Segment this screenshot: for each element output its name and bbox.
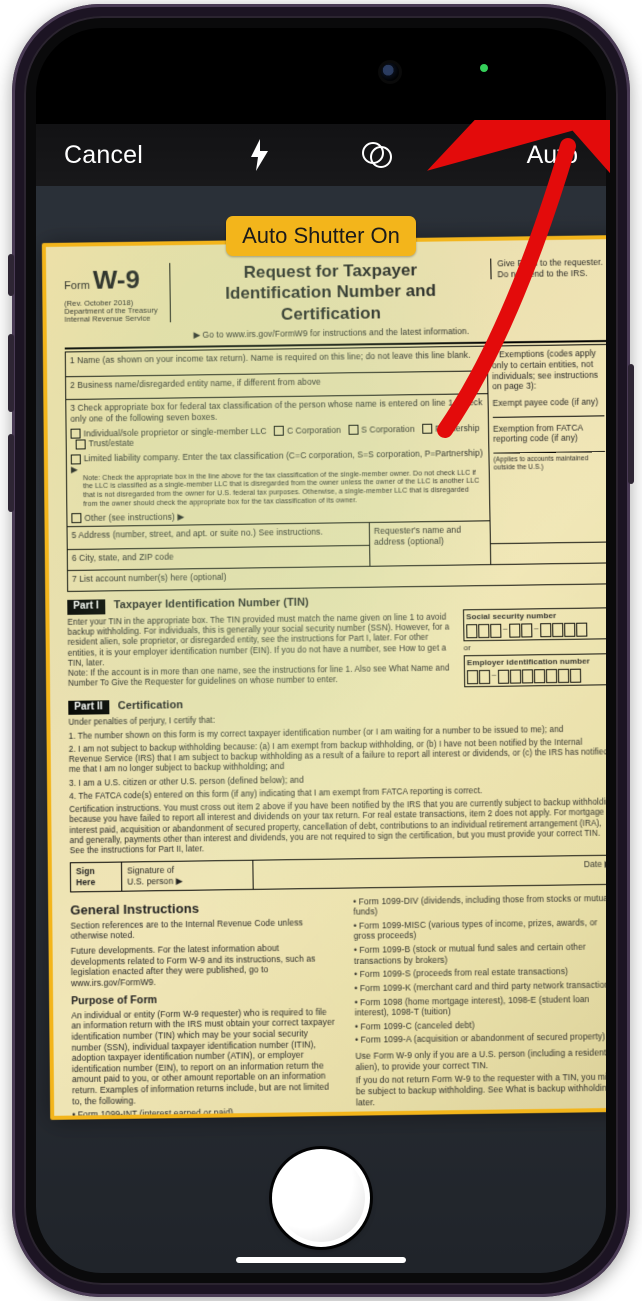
flash-icon[interactable] [248, 139, 270, 171]
doc-chk-c: C Corporation [287, 425, 341, 436]
doc-1099misc: • Form 1099-MISC (various types of incom… [353, 917, 606, 942]
doc-sign-sig: Signature of U.S. person ▶ [122, 861, 254, 890]
screen: Cancel Auto [36, 28, 606, 1273]
doc-part1-text: Enter your TIN in the appropriate box. T… [67, 612, 454, 692]
doc-title-2: Identification Number and Certification [184, 280, 477, 326]
auto-shutter-banner: Auto Shutter On [226, 216, 416, 256]
doc-requester: Requester's name and address (optional) [369, 521, 490, 566]
filter-icon[interactable] [360, 140, 394, 170]
doc-goto: ▶ Go to www.irs.gov/FormW9 for instructi… [185, 326, 478, 341]
doc-1099c: • Form 1099-C (canceled debt) [355, 1018, 606, 1032]
detected-document-outline: Form W-9 (Rev. October 2018) Department … [42, 235, 606, 1120]
doc-ein-label: Employer identification number [467, 656, 590, 667]
doc-chk-other: Other (see instructions) ▶ [84, 511, 184, 522]
doc-chk-t: Trust/estate [89, 438, 135, 449]
doc-llc-note: Note: Check the appropriate box in the l… [83, 469, 485, 509]
doc-part2-title: Certification [118, 699, 184, 714]
doc-form-number: W-9 [93, 264, 140, 294]
doc-1099b: • Form 1099-B (stock or mutual fund sale… [354, 941, 606, 966]
doc-cert-2: 2. I am not subject to backup withholdin… [69, 737, 606, 775]
phone-frame: Cancel Auto [12, 4, 630, 1297]
dynamic-island [231, 50, 411, 94]
doc-chk-s: S Corporation [361, 424, 415, 435]
doc-pof-p: An individual or entity (Form W-9 reques… [71, 1006, 338, 1106]
doc-1098: • Form 1098 (home mortgage interest), 10… [355, 993, 606, 1018]
doc-1099int: • Form 1099-INT (interest earned or paid… [72, 1106, 338, 1120]
home-indicator[interactable] [236, 1257, 406, 1263]
doc-1099a: • Form 1099-A (acquisition or abandonmen… [355, 1031, 606, 1045]
doc-exempt-fatca: Exemption from FATCA reporting code (if … [493, 422, 605, 445]
camera-viewfinder[interactable]: Form W-9 (Rev. October 2018) Department … [36, 186, 606, 1273]
doc-gi-p1: Section references are to the Internal R… [70, 917, 335, 942]
doc-1099k: • Form 1099-K (merchant card and third p… [354, 979, 606, 993]
document-preview: Form W-9 (Rev. October 2018) Department … [46, 239, 606, 1116]
doc-part2-bar: Part II [68, 700, 109, 715]
doc-chk-p: Partnership [435, 423, 480, 434]
doc-pof: Purpose of Form [71, 991, 336, 1008]
cancel-button[interactable]: Cancel [64, 141, 154, 170]
doc-part1-bar: Part I [67, 600, 105, 615]
volume-up-button [8, 334, 14, 412]
volume-down-button [8, 434, 14, 512]
doc-ssn-label: Social security number [466, 611, 556, 621]
doc-cert-instr: Certification instructions. You must cro… [69, 797, 606, 856]
doc-row-3: 3 Check appropriate box for federal tax … [70, 398, 484, 425]
doc-form-label: Form [64, 280, 90, 292]
doc-sign-date: Date ▶ [253, 856, 606, 888]
doc-or: or [464, 641, 606, 653]
doc-give-form: Give Form to the requester. Do not send … [490, 257, 606, 280]
power-button [628, 364, 634, 484]
doc-chk-individual: Individual/sole proprietor or single-mem… [83, 426, 266, 438]
doc-use-p1: Use Form W-9 only if you are a U.S. pers… [355, 1047, 606, 1072]
front-camera-icon [381, 63, 399, 81]
doc-exempt-payee: Exempt payee code (if any) [493, 396, 605, 408]
shutter-button[interactable] [272, 1149, 370, 1247]
doc-exempt-note: (Applies to accounts maintained outside … [493, 455, 605, 473]
doc-gi-p2: Future developments. For the latest info… [71, 942, 337, 989]
doc-revision: (Rev. October 2018) Department of the Tr… [64, 298, 164, 324]
doc-1099div: • Form 1099-DIV (dividends, including th… [353, 892, 606, 917]
camera-privacy-indicator-icon [480, 64, 488, 72]
doc-1099s: • Form 1099-S (proceeds from real estate… [354, 966, 606, 980]
doc-sign-here: Sign Here [71, 863, 122, 891]
doc-gi: General Instructions [70, 898, 335, 918]
auto-capture-toggle[interactable]: Auto [488, 141, 578, 170]
doc-exemptions-head: 4 Exemptions (codes apply only to certai… [492, 348, 604, 392]
doc-part1-title: Taxpayer Identification Number (TIN) [114, 597, 309, 613]
doc-use-p2: If you do not return Form W-9 to the req… [356, 1072, 606, 1108]
scanner-toolbar: Cancel Auto [36, 124, 606, 186]
silence-switch [8, 254, 14, 296]
